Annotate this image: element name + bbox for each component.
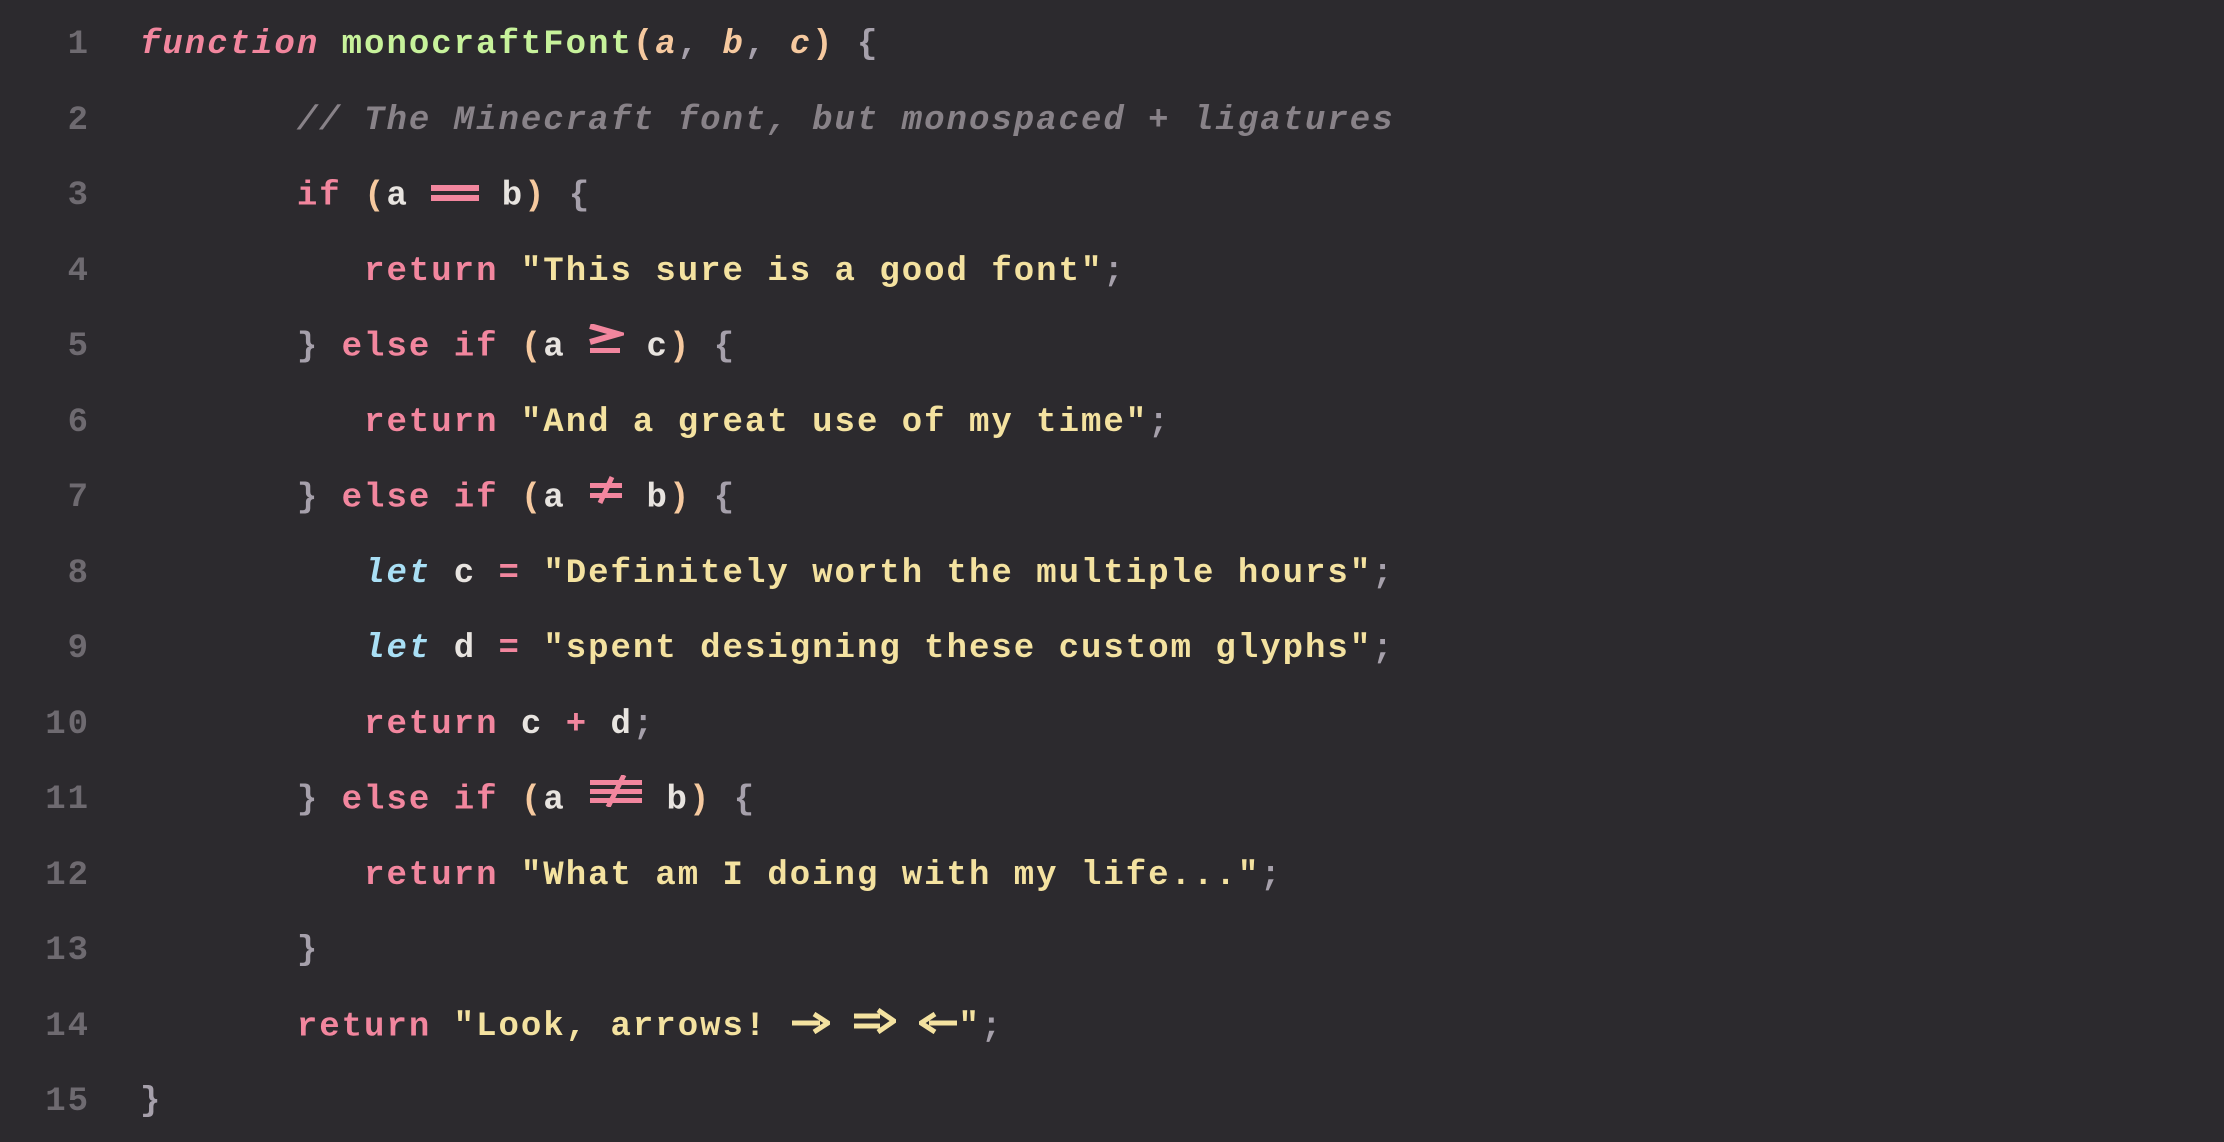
ligature-gte (588, 309, 624, 385)
line-number: 3 (0, 159, 120, 235)
code-editor[interactable]: 1 function monocraftFont(a, b, c) { 2 //… (0, 0, 2224, 1141)
code-line: 1 function monocraftFont(a, b, c) { (0, 8, 2224, 84)
ligature-arrow-fat (852, 989, 896, 1065)
line-number: 12 (0, 839, 120, 915)
string-literal: "Definitely worth the multiple hours" (543, 555, 1372, 593)
code-content: } else if (a b) { (120, 460, 736, 537)
code-content: let d = "spent designing these custom gl… (120, 612, 1395, 688)
line-number: 6 (0, 386, 120, 462)
line-number: 5 (0, 310, 120, 386)
keyword-else: else (342, 782, 432, 820)
string-literal: "spent designing these custom glyphs" (543, 630, 1372, 668)
ligature-neq (588, 460, 624, 536)
code-line: 8 let c = "Definitely worth the multiple… (0, 537, 2224, 613)
ligature-eqeq (431, 158, 479, 234)
ligature-arrow-left (919, 989, 959, 1065)
code-line: 15 } (0, 1065, 2224, 1141)
keyword-return: return (364, 857, 498, 895)
keyword-if: if (297, 178, 342, 216)
param-c: c (790, 26, 812, 64)
line-number: 1 (0, 8, 120, 84)
line-number: 14 (0, 990, 120, 1066)
code-content: if (a b) { (120, 158, 591, 235)
string-literal: "Look, arrows! " (454, 1008, 981, 1046)
line-number: 4 (0, 235, 120, 311)
code-content: // The Minecraft font, but monospaced + … (120, 84, 1395, 160)
code-content: } else if (a c) { (120, 309, 736, 386)
keyword-if: if (454, 480, 499, 518)
string-literal: "And a great use of my time" (521, 404, 1148, 442)
code-content: } else if (a b) { (120, 762, 756, 839)
var-d: d (454, 630, 476, 668)
keyword-return: return (364, 706, 498, 744)
comment: // The Minecraft font, but monospaced + … (297, 102, 1395, 140)
param-a: a (655, 26, 677, 64)
code-content: let c = "Definitely worth the multiple h… (120, 537, 1395, 613)
brace-close: } (297, 932, 319, 970)
code-content: return "This sure is a good font"; (120, 235, 1126, 311)
code-line: 10 return c + d; (0, 688, 2224, 764)
param-b: b (723, 26, 745, 64)
keyword-return: return (364, 404, 498, 442)
code-line: 14 return "Look, arrows! "; (0, 990, 2224, 1066)
keyword-function: function (140, 26, 319, 64)
code-line: 7 } else if (a b) { (0, 461, 2224, 537)
code-line: 12 return "What am I doing with my life.… (0, 839, 2224, 915)
ligature-neqeq (588, 762, 644, 838)
keyword-let: let (364, 630, 431, 668)
line-number: 15 (0, 1065, 120, 1141)
keyword-let: let (364, 555, 431, 593)
line-number: 2 (0, 84, 120, 160)
line-number: 8 (0, 537, 120, 613)
keyword-else: else (342, 329, 432, 367)
keyword-return: return (297, 1008, 431, 1046)
code-line: 6 return "And a great use of my time"; (0, 386, 2224, 462)
brace-open: { (857, 26, 879, 64)
code-line: 13 } (0, 914, 2224, 990)
var-c: c (454, 555, 476, 593)
code-content: return c + d; (120, 688, 655, 764)
ligature-arrow-right (790, 989, 830, 1065)
keyword-if: if (454, 329, 499, 367)
function-name: monocraftFont (342, 26, 633, 64)
code-content: function monocraftFont(a, b, c) { (120, 8, 879, 84)
keyword-return: return (364, 253, 498, 291)
line-number: 7 (0, 461, 120, 537)
code-line: 3 if (a b) { (0, 159, 2224, 235)
code-content: return "And a great use of my time"; (120, 386, 1171, 462)
paren-open: ( (633, 26, 655, 64)
line-number: 13 (0, 914, 120, 990)
paren-close: ) (812, 26, 834, 64)
keyword-else: else (342, 480, 432, 518)
string-literal: "This sure is a good font" (521, 253, 1104, 291)
code-line: 9 let d = "spent designing these custom … (0, 612, 2224, 688)
string-literal: "What am I doing with my life..." (521, 857, 1260, 895)
code-content: return "What am I doing with my life..."… (120, 839, 1283, 915)
code-line: 11 } else if (a b) { (0, 763, 2224, 839)
code-line: 2 // The Minecraft font, but monospaced … (0, 84, 2224, 160)
line-number: 10 (0, 688, 120, 764)
line-number: 9 (0, 612, 120, 688)
code-line: 4 return "This sure is a good font"; (0, 235, 2224, 311)
keyword-if: if (454, 782, 499, 820)
line-number: 11 (0, 763, 120, 839)
code-content: } (120, 1065, 162, 1141)
code-line: 5 } else if (a c) { (0, 310, 2224, 386)
code-content: } (120, 914, 319, 990)
code-content: return "Look, arrows! "; (120, 989, 1003, 1066)
brace-close: } (140, 1083, 162, 1121)
